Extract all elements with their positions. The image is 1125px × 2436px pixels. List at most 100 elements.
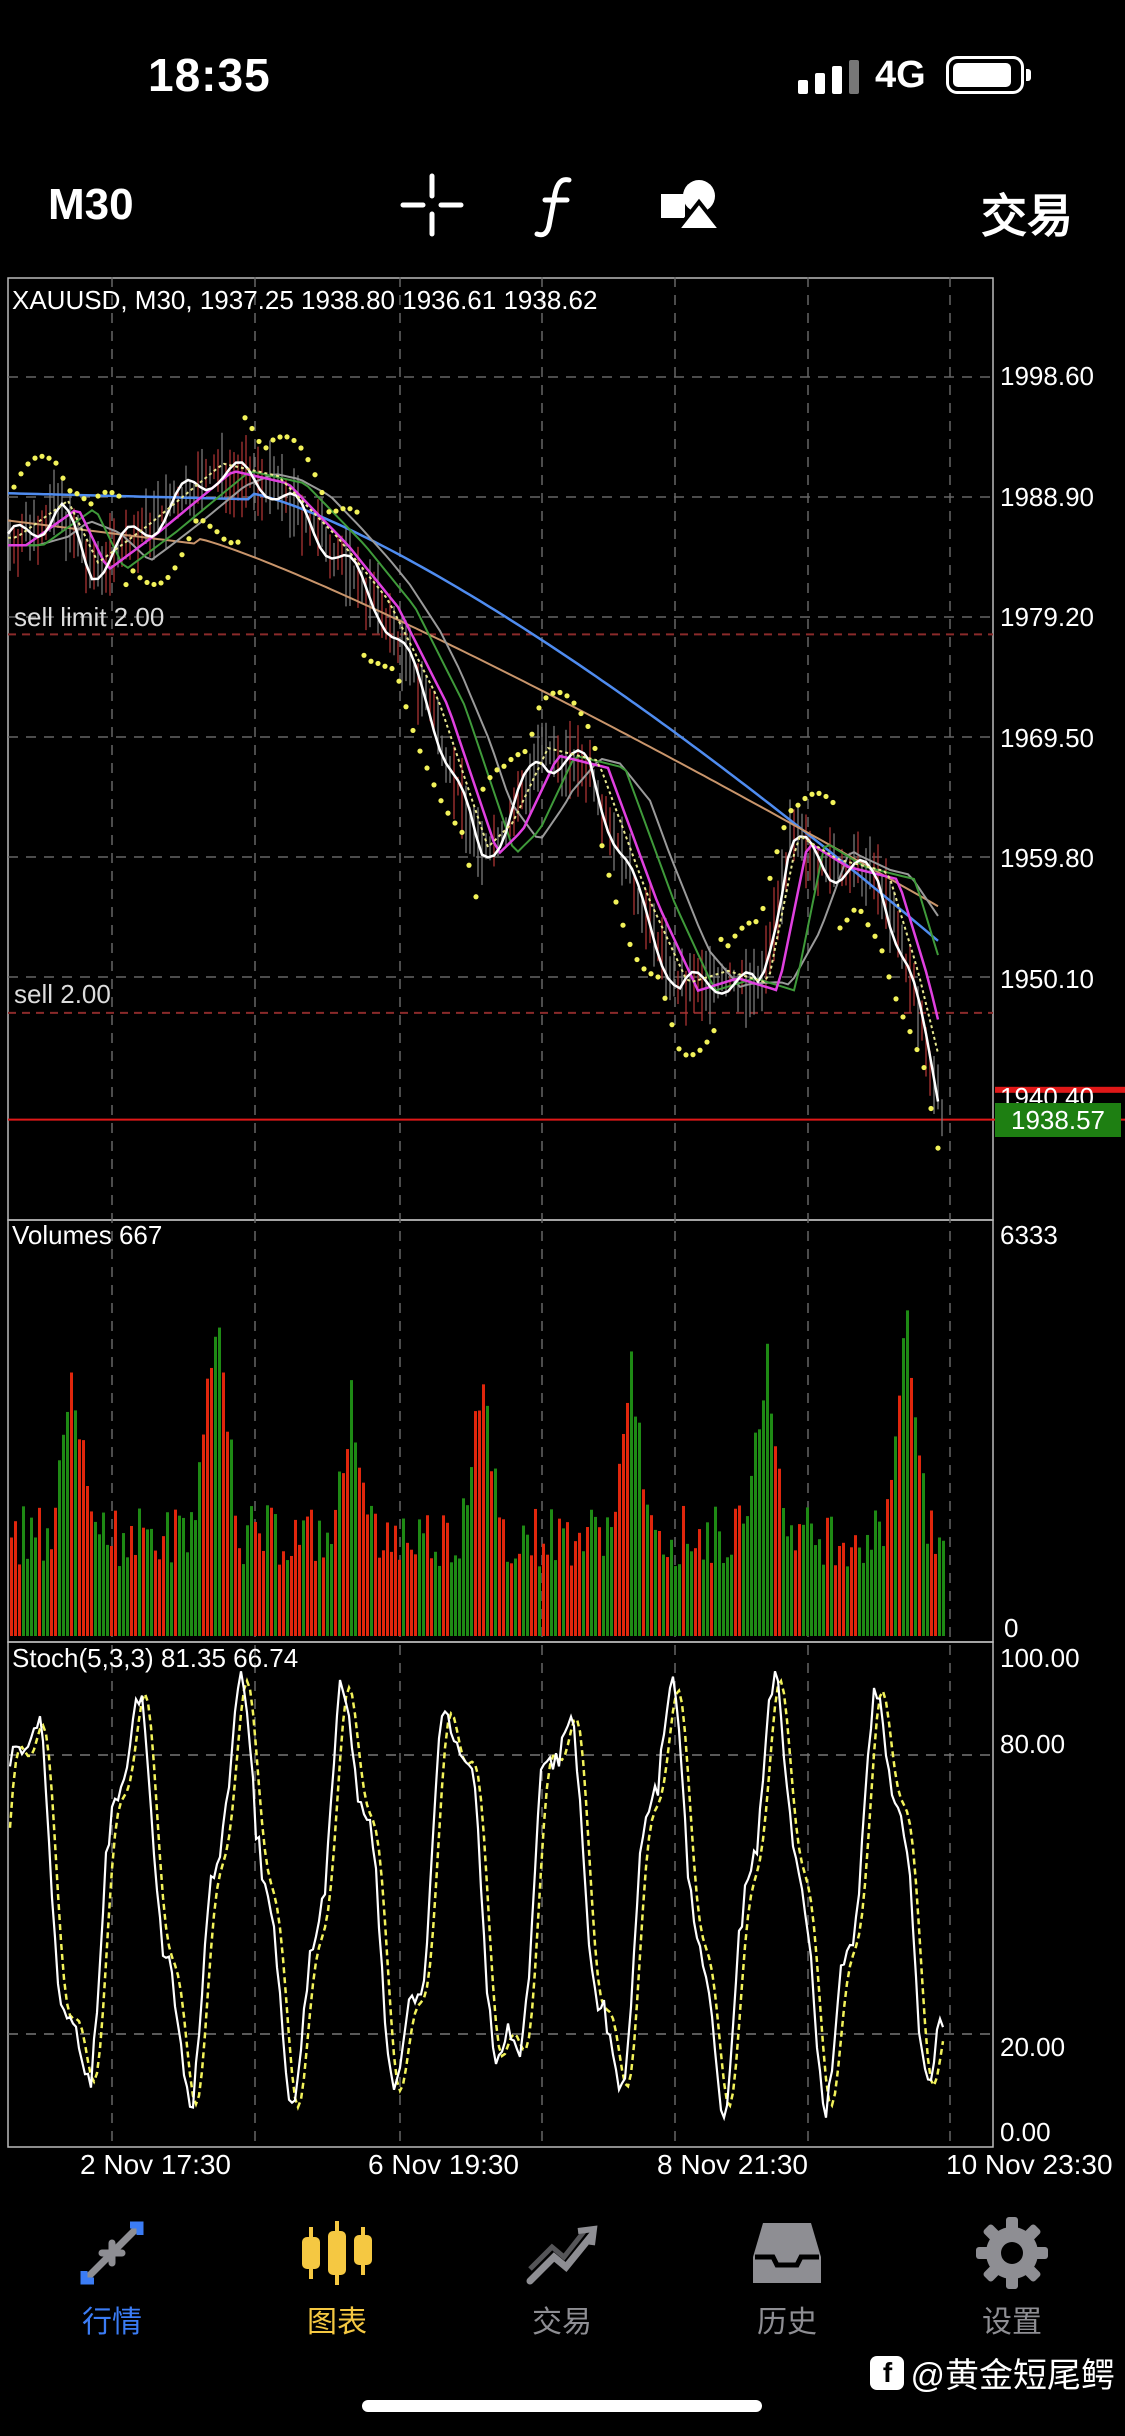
parabolic-sar-dot (466, 862, 472, 868)
order-label-sell: sell 2.00 (14, 979, 111, 1009)
volume-bar (722, 1562, 725, 1636)
volume-bar (406, 1542, 409, 1636)
volume-bar (730, 1554, 733, 1636)
parabolic-sar-dot (634, 956, 640, 963)
volume-bar (538, 1566, 541, 1636)
volume-bar (634, 1416, 637, 1636)
parabolic-sar-dot (697, 1047, 703, 1053)
volume-bar (354, 1442, 357, 1636)
volume-bar (346, 1449, 349, 1636)
price-tick: 1969.50 (1000, 723, 1094, 753)
volume-bar (654, 1529, 657, 1636)
volume-bar (534, 1508, 537, 1636)
tab-label: 设置 (982, 2306, 1042, 2339)
volume-bar (890, 1479, 893, 1636)
tab-trade[interactable]: 交易 (462, 2205, 662, 2341)
volume-bar (646, 1504, 649, 1636)
volume-bar (874, 1510, 877, 1636)
volume-bar (418, 1519, 421, 1636)
parabolic-sar-dot (67, 488, 73, 494)
volume-bar (610, 1527, 613, 1636)
objects-icon[interactable] (655, 170, 725, 240)
volume-bar (738, 1505, 741, 1636)
volume-bar (98, 1534, 101, 1636)
tab-chart[interactable]: 图表 (237, 2205, 437, 2341)
parabolic-sar-dot (144, 579, 150, 586)
parabolic-sar-dot (424, 765, 430, 771)
parabolic-sar-dot (172, 565, 178, 571)
volume-bar (362, 1482, 365, 1636)
volume-bar (82, 1440, 85, 1636)
volume-bar (854, 1535, 857, 1636)
volume-bar (746, 1516, 749, 1636)
volume-bar (386, 1522, 389, 1636)
parabolic-sar-dot (396, 678, 402, 684)
parabolic-sar-dot (816, 790, 822, 796)
parabolic-sar-dot (137, 575, 143, 581)
volume-bar (438, 1565, 441, 1636)
tab-quotes[interactable]: 行情 (12, 2205, 212, 2341)
signal-icon (798, 60, 859, 94)
volume-bar (930, 1510, 933, 1636)
volume-bar (10, 1537, 13, 1636)
volume-bar (166, 1512, 169, 1636)
parabolic-sar-dot (732, 933, 738, 939)
volume-bar (118, 1566, 121, 1636)
volume-bar (306, 1516, 309, 1636)
crosshair-icon[interactable] (397, 170, 467, 240)
volume-bar (846, 1566, 849, 1636)
parabolic-sar-dot (214, 529, 220, 535)
parabolic-sar-dot (564, 693, 570, 699)
parabolic-sar-dot (270, 437, 276, 443)
volume-bar (526, 1534, 529, 1636)
volume-bar (62, 1434, 65, 1636)
volume-bar (558, 1518, 561, 1636)
volume-bar (186, 1552, 189, 1636)
volume-bar (194, 1520, 197, 1636)
parabolic-sar-dot (235, 539, 241, 545)
volume-bar (670, 1539, 673, 1636)
volume-bar (818, 1539, 821, 1636)
volume-bar (86, 1486, 89, 1636)
parabolic-sar-dot (858, 908, 864, 914)
volume-bar (910, 1377, 913, 1636)
volume-bar (522, 1525, 525, 1636)
tab-settings[interactable]: 设置 (912, 2205, 1112, 2341)
price-pane-frame (7, 277, 994, 1221)
volume-bar (146, 1529, 149, 1636)
timeframe-button[interactable]: M30 (48, 180, 134, 230)
parabolic-sar-dot (767, 875, 773, 881)
parabolic-sar-dot (928, 1105, 934, 1112)
volume-bar (398, 1559, 401, 1636)
parabolic-sar-dot (11, 484, 17, 490)
home-indicator[interactable] (362, 2400, 762, 2412)
volume-bar (494, 1468, 497, 1636)
parabolic-sar-dot (676, 1046, 682, 1052)
volume-bar (582, 1551, 585, 1636)
parabolic-sar-dot (102, 489, 108, 495)
parabolic-sar-dot (452, 820, 458, 826)
volume-bar (586, 1527, 589, 1636)
volume-bar (698, 1529, 701, 1636)
parabolic-sar-dot (368, 658, 374, 664)
function-icon[interactable] (523, 170, 593, 240)
price-chart[interactable]: XAUUSD, M30, 1937.25 1938.80 1936.61 193… (0, 277, 1125, 2180)
volume-bar (814, 1545, 817, 1636)
volume-bar (154, 1550, 157, 1636)
parabolic-sar-dot (879, 948, 885, 954)
tab-label: 历史 (757, 2306, 817, 2339)
volume-bar (742, 1523, 745, 1636)
volume-bar (378, 1557, 381, 1636)
trade-button[interactable]: 交易 (981, 180, 1073, 246)
volume-bar (394, 1525, 397, 1636)
parabolic-sar-dot (165, 574, 171, 581)
volume-bar (34, 1537, 37, 1636)
volume-bar (74, 1410, 77, 1636)
parabolic-sar-dot (543, 695, 549, 701)
parabolic-sar-dot (410, 727, 416, 734)
parabolic-sar-dot (53, 460, 59, 466)
stoch-tick: 0.00 (1000, 2117, 1051, 2147)
chart-canvas[interactable] (0, 277, 1125, 2177)
tab-history[interactable]: 历史 (687, 2205, 887, 2341)
volume-bar (270, 1507, 273, 1636)
